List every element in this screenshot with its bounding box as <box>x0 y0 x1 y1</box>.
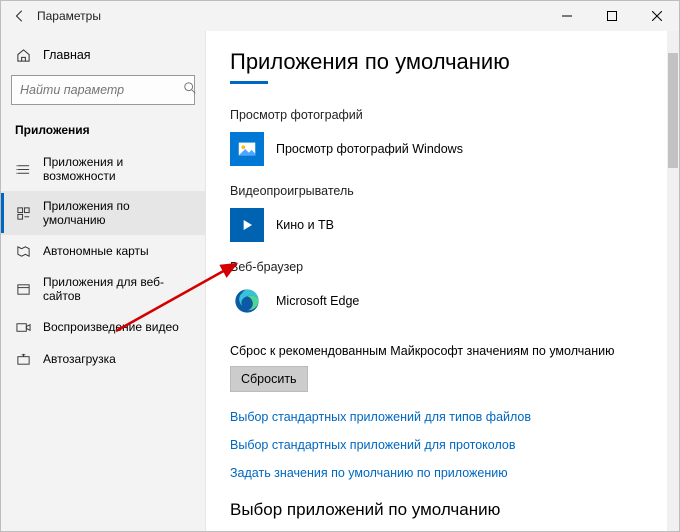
sub-description: Выберите приложения для прослушивания му… <box>230 528 653 531</box>
home-icon <box>15 47 31 63</box>
search-icon <box>183 81 197 100</box>
section-label-video: Видеопроигрыватель <box>230 184 653 198</box>
video-icon <box>15 319 31 335</box>
startup-icon <box>15 351 31 367</box>
defaults-icon <box>15 205 31 221</box>
default-app-video-name: Кино и ТВ <box>276 218 334 232</box>
reset-label: Сброс к рекомендованным Майкрософт значе… <box>230 344 653 358</box>
sidebar-item-startup[interactable]: Автозагрузка <box>1 343 205 375</box>
search-input[interactable] <box>20 83 183 97</box>
default-app-video[interactable]: Кино и ТВ <box>230 204 653 260</box>
sidebar-item-video-playback[interactable]: Воспроизведение видео <box>1 311 205 343</box>
default-app-browser-name: Microsoft Edge <box>276 294 359 308</box>
sidebar-item-label: Приложения и возможности <box>43 155 191 183</box>
sidebar-item-label: Приложения по умолчанию <box>43 199 191 227</box>
maximize-button[interactable] <box>589 1 634 31</box>
reset-button[interactable]: Сбросить <box>230 366 308 392</box>
edge-app-icon <box>230 284 264 318</box>
sidebar-item-apps-features[interactable]: Приложения и возможности <box>1 147 205 191</box>
map-icon <box>15 243 31 259</box>
scrollbar-thumb[interactable] <box>668 53 678 168</box>
sidebar-category: Приложения <box>1 119 205 147</box>
website-icon <box>15 281 31 297</box>
sidebar-item-apps-websites[interactable]: Приложения для веб-сайтов <box>1 267 205 311</box>
sub-heading: Выбор приложений по умолчанию <box>230 500 653 520</box>
sidebar-item-offline-maps[interactable]: Автономные карты <box>1 235 205 267</box>
default-app-photos-name: Просмотр фотографий Windows <box>276 142 463 156</box>
home-label: Главная <box>43 48 91 62</box>
photos-app-icon <box>230 132 264 166</box>
sidebar-item-label: Воспроизведение видео <box>43 320 179 334</box>
home-link[interactable]: Главная <box>1 41 205 75</box>
section-label-browser: Веб-браузер <box>230 260 653 274</box>
sidebar-item-label: Приложения для веб-сайтов <box>43 275 191 303</box>
main-content: Приложения по умолчанию Просмотр фотогра… <box>206 31 679 531</box>
back-button[interactable] <box>9 5 31 27</box>
window-title: Параметры <box>37 9 101 23</box>
link-by-app[interactable]: Задать значения по умолчанию по приложен… <box>230 466 653 480</box>
default-app-browser[interactable]: Microsoft Edge <box>230 280 653 336</box>
sidebar: Главная Приложения Приложения и возможно… <box>1 31 206 531</box>
section-label-photos: Просмотр фотографий <box>230 108 653 122</box>
sidebar-item-label: Автозагрузка <box>43 352 116 366</box>
page-title: Приложения по умолчанию <box>230 49 653 75</box>
accent-bar <box>230 81 268 84</box>
scrollbar[interactable] <box>667 31 679 531</box>
link-protocols[interactable]: Выбор стандартных приложений для протоко… <box>230 438 653 452</box>
default-app-photos[interactable]: Просмотр фотографий Windows <box>230 128 653 184</box>
close-button[interactable] <box>634 1 679 31</box>
list-icon <box>15 161 31 177</box>
movies-app-icon <box>230 208 264 242</box>
titlebar: Параметры <box>1 1 679 31</box>
minimize-button[interactable] <box>544 1 589 31</box>
search-box[interactable] <box>11 75 195 105</box>
sidebar-item-label: Автономные карты <box>43 244 149 258</box>
link-file-types[interactable]: Выбор стандартных приложений для типов ф… <box>230 410 653 424</box>
sidebar-item-default-apps[interactable]: Приложения по умолчанию <box>1 191 205 235</box>
